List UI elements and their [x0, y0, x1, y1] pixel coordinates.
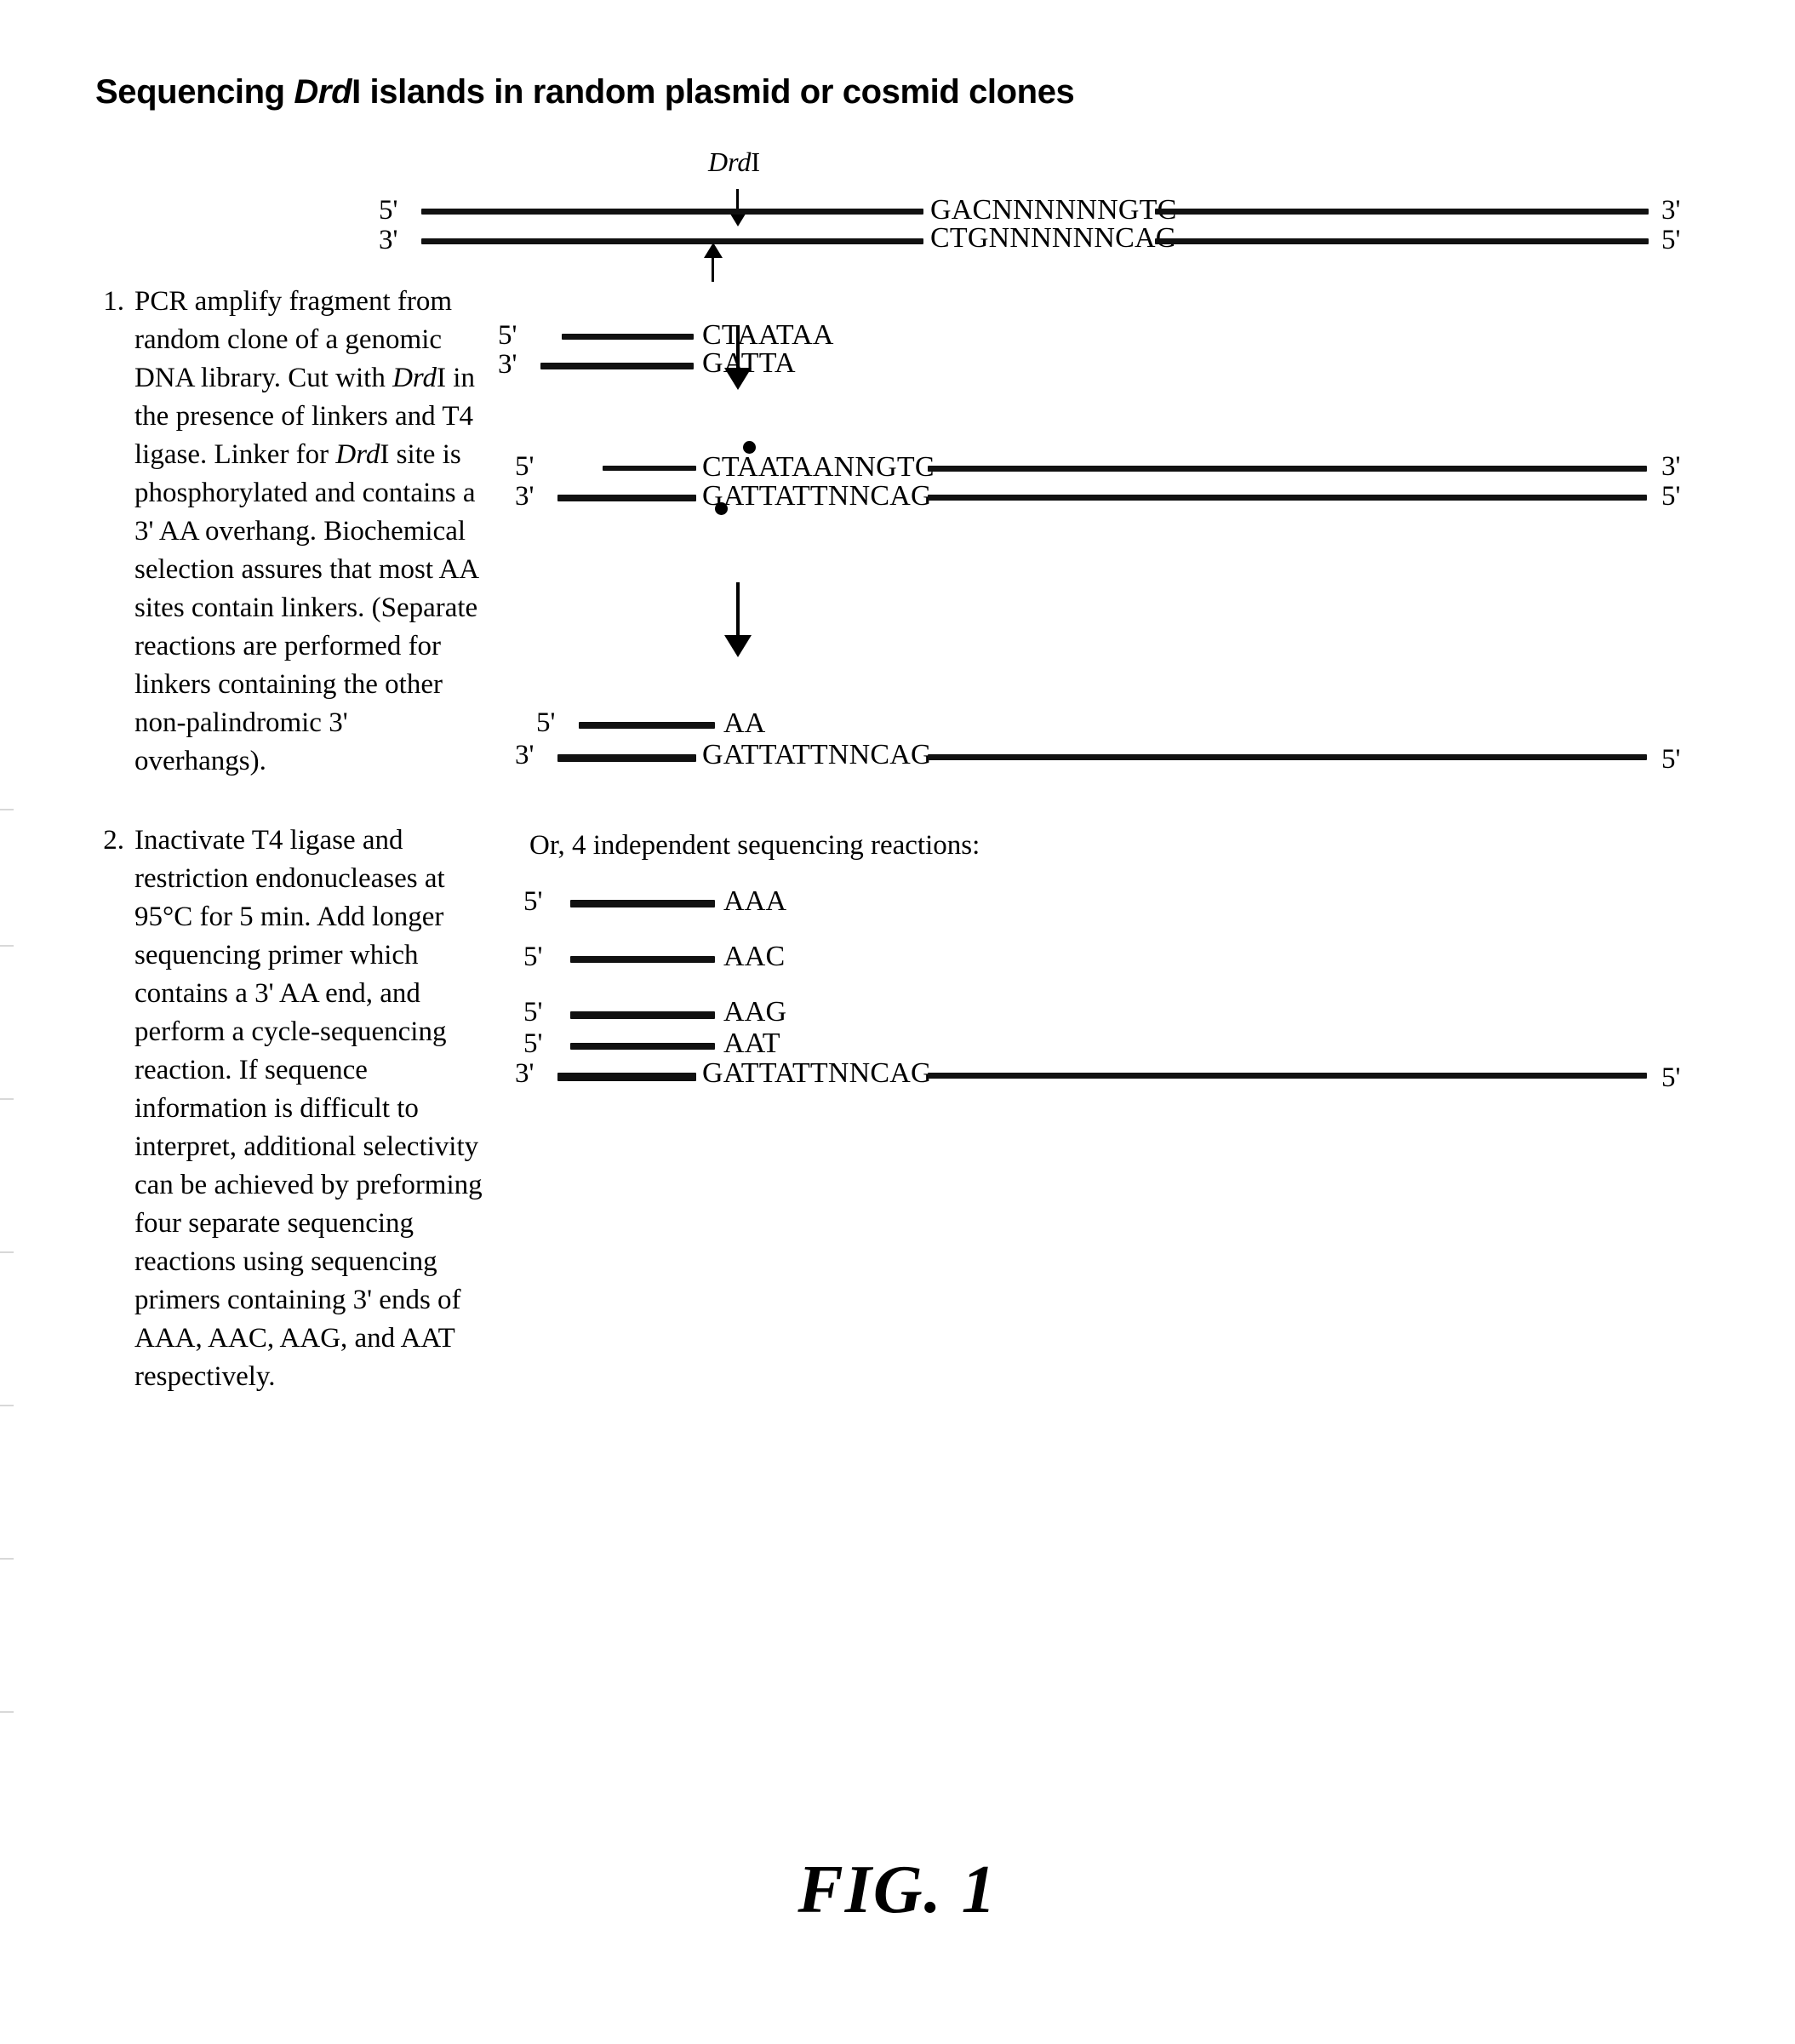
margin-tick [0, 1558, 14, 1560]
margin-tick [0, 1405, 14, 1406]
panel5-template-sequence: GATTATTNNCAG [702, 1057, 932, 1089]
panel1-top-sequence: GACNNNNNNGTC [930, 194, 1177, 226]
flow-arrow-1-shaft [736, 325, 740, 369]
panel3-bottom-phosphate-dot-icon [715, 502, 728, 515]
panel5-primer-1-sequence: AAA [723, 885, 787, 917]
panel5-primer-3-sequence: AAG [723, 996, 787, 1028]
step-1-text: PCR amplify fragment from random clone o… [134, 283, 485, 781]
flow-arrow-1-head-icon [724, 368, 752, 390]
margin-tick [0, 1098, 14, 1100]
panel4-primer-strand-bar [579, 722, 715, 729]
drdi-enzyme-label-roman: I [751, 146, 761, 177]
panel3-bottom-strand-left-bar [557, 495, 696, 501]
margin-tick [0, 945, 14, 947]
panel1-top-strand-right-bar [1155, 209, 1649, 215]
margin-tick [0, 1711, 14, 1713]
panel5-template-left-end-label: 3' [515, 1058, 534, 1089]
step-1-seg-1: Drd [392, 363, 437, 393]
panel5-primer-2-strand-bar [570, 956, 715, 963]
step-1-seg-3: Drd [335, 439, 380, 470]
panel1-bottom-right-end-label: 5' [1661, 225, 1681, 255]
panel4-bottom-right-end-label: 5' [1661, 744, 1681, 775]
panel5-template-strand-right-bar [928, 1073, 1647, 1079]
step-2-number: 2. [103, 825, 124, 856]
panel3-top-strand-left-bar [603, 466, 696, 471]
panel3-top-strand-right-bar [928, 466, 1647, 472]
drdi-bottom-cut-arrowhead-icon [704, 243, 723, 258]
panel5-primer-4-strand-bar [570, 1043, 715, 1050]
page-title-enzyme-roman: I [352, 73, 361, 111]
page-title-enzyme-italic: Drd [294, 73, 352, 111]
margin-tick [0, 1251, 14, 1253]
instruction-steps-column: 1. PCR amplify fragment from random clon… [85, 283, 485, 1396]
panel5-template-strand-left-bar [557, 1073, 696, 1081]
panel3-top-left-end-label: 5' [515, 451, 534, 482]
panel4-template-strand-right-bar [928, 754, 1647, 760]
panel2-top-left-end-label: 5' [498, 320, 517, 351]
page-title-prefix: Sequencing [95, 73, 294, 111]
step-1-seg-4: I site is phosphorylated and contains a … [134, 439, 478, 776]
panel2-top-strand-bar [562, 334, 694, 340]
panel2-bottom-strand-bar [540, 363, 694, 369]
panel3-top-sequence: CTAATAANNGTC [702, 451, 935, 483]
panel2-top-sequence: CTAATAA [702, 319, 834, 351]
drdi-enzyme-label: DrdI [708, 146, 760, 178]
panel5-template-right-end-label: 5' [1661, 1062, 1681, 1093]
flow-arrow-2-head-icon [724, 635, 752, 657]
panel1-top-left-end-label: 5' [379, 195, 398, 226]
figure-caption: FIG. 1 [797, 1852, 998, 1927]
instruction-step-1: 1. PCR amplify fragment from random clon… [85, 283, 485, 781]
step-2-seg-0: Inactivate T4 ligase and restriction end… [134, 825, 483, 1392]
panel5-primer-3-end-label: 5' [523, 997, 543, 1028]
panel5-primer-2-end-label: 5' [523, 942, 543, 972]
panel5-primer-1-strand-bar [570, 900, 715, 907]
panel4-top-left-end-label: 5' [536, 707, 556, 738]
panel5-primer-4-sequence: AAT [723, 1028, 780, 1059]
drdi-enzyme-label-italic: Drd [708, 146, 752, 177]
panel4-bottom-sequence: GATTATTNNCAG [702, 739, 932, 770]
panel3-top-right-end-label: 3' [1661, 451, 1681, 482]
panel1-bottom-strand-left-bar [421, 238, 923, 244]
step-2-text: Inactivate T4 ligase and restriction end… [134, 822, 485, 1396]
panel3-bottom-right-end-label: 5' [1661, 481, 1681, 512]
panel5-heading: Or, 4 independent sequencing reactions: [529, 830, 980, 861]
panel1-bottom-sequence: CTGNNNNNNCAG [930, 222, 1177, 254]
panel5-primer-3-strand-bar [570, 1011, 715, 1019]
panel5-primer-1-end-label: 5' [523, 886, 543, 917]
panel3-bottom-sequence: GATTATTNNCAG [702, 480, 932, 512]
panel5-primer-4-end-label: 5' [523, 1028, 543, 1059]
panel1-top-strand-left-bar [421, 209, 923, 215]
panel1-bottom-left-end-label: 3' [379, 225, 398, 255]
panel4-bottom-left-end-label: 3' [515, 740, 534, 770]
panel1-top-right-end-label: 3' [1661, 195, 1681, 226]
margin-tick [0, 809, 14, 810]
process-diagram: DrdI 5' GACNNNNNNGTC 3' 3' CTGNNNNNNCAG … [379, 146, 1753, 1532]
page-title: Sequencing DrdI islands in random plasmi… [95, 73, 1075, 112]
page-title-suffix: islands in random plasmid or cosmid clon… [360, 73, 1075, 111]
panel4-template-strand-left-bar [557, 754, 696, 762]
step-1-number: 1. [103, 286, 124, 317]
panel1-bottom-strand-right-bar [1155, 238, 1649, 244]
panel3-bottom-left-end-label: 3' [515, 481, 534, 512]
panel2-bottom-left-end-label: 3' [498, 349, 517, 380]
panel3-bottom-strand-right-bar [928, 495, 1647, 501]
flow-arrow-2-shaft [736, 582, 740, 637]
instruction-step-2: 2. Inactivate T4 ligase and restriction … [85, 822, 485, 1396]
panel4-top-sequence: AA [723, 707, 766, 739]
panel5-primer-2-sequence: AAC [723, 941, 786, 972]
drdi-bottom-cut-arrow-shaft [712, 258, 714, 282]
